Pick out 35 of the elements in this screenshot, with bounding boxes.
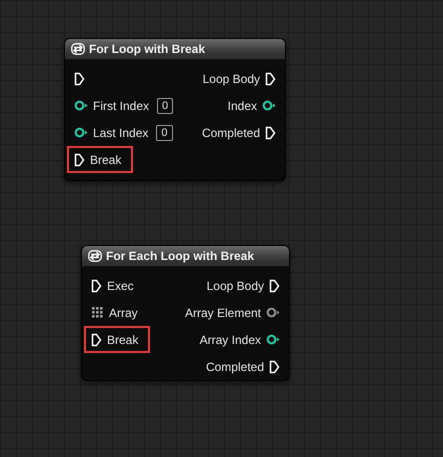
- pin-label: Array Index: [200, 332, 261, 348]
- exec-pin-icon[interactable]: [74, 72, 85, 86]
- pin-label: Last Index: [93, 124, 148, 142]
- loop-icon: [71, 43, 85, 55]
- pin-label: Array Element: [184, 304, 261, 322]
- pin-label: Loop Body: [206, 278, 264, 294]
- exec-pin-icon[interactable]: [265, 72, 276, 86]
- pin-label: Completed: [206, 358, 264, 376]
- blueprint-node[interactable]: For Each Loop with Break Exec Array Break Loop Body Array Element Array Index Completed: [81, 245, 290, 381]
- default-value-field[interactable]: 0: [156, 124, 172, 140]
- data-pin-icon[interactable]: [74, 127, 88, 138]
- pin-label: First Index: [93, 98, 150, 114]
- node-title: For Loop with Break: [89, 41, 206, 58]
- pin-label: Completed: [202, 124, 260, 142]
- pin-label: Index: [228, 98, 257, 114]
- data-pin-icon[interactable]: [266, 334, 280, 345]
- data-pin-icon[interactable]: [262, 100, 276, 111]
- data-pin-icon[interactable]: [266, 307, 280, 318]
- array-pin-icon[interactable]: [91, 306, 104, 319]
- exec-pin-icon[interactable]: [91, 278, 102, 292]
- exec-pin-icon[interactable]: [269, 278, 280, 292]
- exec-pin-icon[interactable]: [269, 360, 280, 374]
- blueprint-node[interactable]: For Loop with Break First Index 0 Last Index 0 Break Loop Body Index Completed: [64, 38, 286, 181]
- exec-pin-icon[interactable]: [91, 332, 102, 346]
- exec-pin-icon[interactable]: [74, 152, 85, 166]
- exec-pin-icon[interactable]: [265, 126, 276, 140]
- default-value-field[interactable]: 0: [157, 98, 174, 114]
- pin-label: Array: [109, 304, 138, 322]
- pin-label: Break: [107, 332, 138, 348]
- loop-icon: [88, 250, 102, 262]
- pin-label: Break: [90, 152, 122, 168]
- node-title: For Each Loop with Break: [106, 248, 254, 265]
- pin-label: Exec: [107, 278, 134, 294]
- data-pin-icon[interactable]: [74, 100, 88, 111]
- pin-label: Loop Body: [202, 70, 260, 88]
